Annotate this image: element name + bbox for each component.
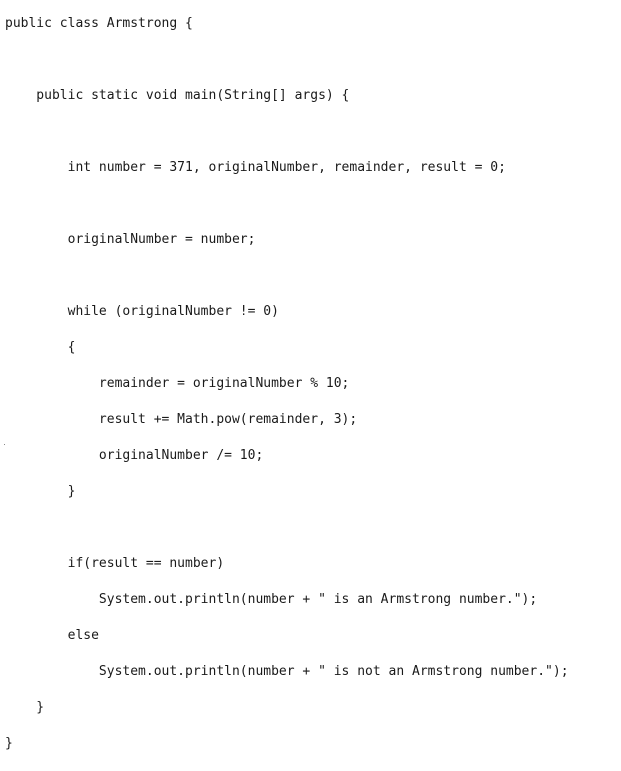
code-line: else	[5, 628, 99, 643]
code-block: public class Armstrong { public static v…	[5, 15, 569, 771]
code-line: originalNumber /= 10;	[5, 448, 264, 463]
code-line: System.out.println(number + " is an Arms…	[5, 592, 538, 607]
code-line: }	[5, 736, 13, 751]
code-line: }	[5, 484, 76, 499]
code-line: result += Math.pow(remainder, 3);	[5, 412, 358, 427]
code-line: System.out.println(number + " is not an …	[5, 664, 569, 679]
code-line: while (originalNumber != 0)	[5, 304, 279, 319]
code-line: originalNumber = number;	[5, 232, 256, 247]
code-line: if(result == number)	[5, 556, 225, 571]
code-line: }	[5, 700, 45, 715]
code-line: public class Armstrong {	[5, 16, 193, 31]
code-line: int number = 371, originalNumber, remain…	[5, 160, 506, 175]
code-line: remainder = originalNumber % 10;	[5, 376, 350, 391]
code-line: {	[5, 340, 76, 355]
stray-dot	[4, 444, 5, 445]
code-line: public static void main(String[] args) {	[5, 88, 350, 103]
